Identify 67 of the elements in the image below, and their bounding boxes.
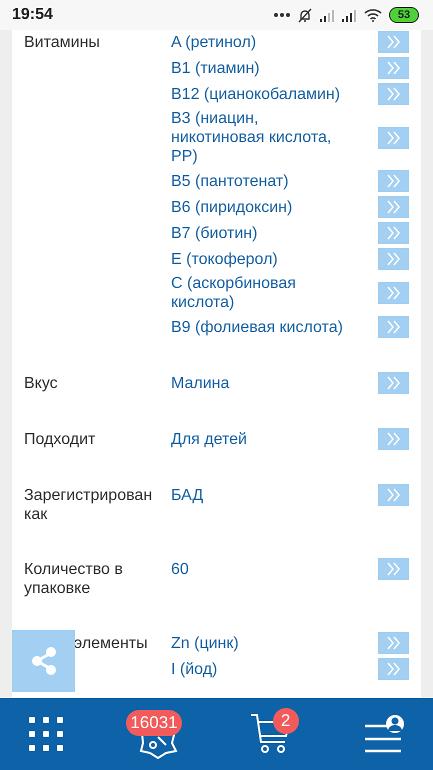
more-button[interactable] xyxy=(378,248,409,270)
more-button[interactable] xyxy=(378,428,409,450)
double-chevron-icon xyxy=(386,488,402,502)
spec-value-link[interactable]: B12 (цианокобаламин) xyxy=(171,84,340,104)
spec-value-link[interactable]: A (ретинол) xyxy=(171,32,256,52)
cart-button[interactable]: 2 xyxy=(240,706,301,762)
double-chevron-icon xyxy=(386,35,402,49)
more-button[interactable] xyxy=(378,372,409,394)
promo-count-badge: 16031 xyxy=(126,710,182,736)
more-button[interactable] xyxy=(378,316,409,338)
signal-icon xyxy=(320,8,335,22)
more-button[interactable] xyxy=(378,632,409,654)
spec-value-link[interactable]: БАД xyxy=(171,486,204,504)
more-button[interactable] xyxy=(378,196,409,218)
spec-value-link[interactable]: B5 (пантотенат) xyxy=(171,172,289,190)
spec-value-link[interactable]: B9 (фолиевая кислота) xyxy=(171,318,343,336)
spec-value-link[interactable]: B7 (биотин) xyxy=(171,224,258,242)
clock: 19:54 xyxy=(12,6,54,24)
spec-value-link[interactable]: B1 (тиамин) xyxy=(171,58,260,78)
spec-value-link[interactable]: B3 (ниацин, никотиновая кислота, PP) xyxy=(171,109,348,166)
double-chevron-icon xyxy=(386,226,402,240)
spec-value-link[interactable]: 60 xyxy=(171,560,189,578)
spec-value-link[interactable]: B6 (пиридоксин) xyxy=(171,198,292,216)
more-button[interactable] xyxy=(378,658,409,680)
cart-count-badge: 2 xyxy=(272,708,299,734)
double-chevron-icon xyxy=(386,662,402,676)
grid-icon xyxy=(29,717,63,751)
double-chevron-icon xyxy=(386,562,402,576)
double-chevron-icon xyxy=(386,87,402,101)
more-button[interactable] xyxy=(378,222,409,244)
double-chevron-icon xyxy=(386,432,402,446)
double-chevron-icon xyxy=(386,200,402,214)
double-chevron-icon xyxy=(386,286,402,300)
double-chevron-icon xyxy=(386,61,402,75)
double-chevron-icon xyxy=(386,376,402,390)
more-button[interactable] xyxy=(378,282,409,304)
double-chevron-icon xyxy=(386,130,402,144)
double-chevron-icon xyxy=(386,252,402,266)
spec-label: Количество в упаковке xyxy=(24,560,124,598)
spec-label: Вкус xyxy=(24,374,58,394)
more-icon xyxy=(274,13,290,17)
spec-label: Витамины xyxy=(24,33,100,53)
promotions-button[interactable]: 16031 xyxy=(128,706,188,762)
more-button[interactable] xyxy=(378,31,409,53)
share-button[interactable] xyxy=(12,630,75,692)
signal-icon xyxy=(342,8,357,22)
spec-label: Зарегистрирован как xyxy=(24,486,154,524)
muted-bell-icon xyxy=(297,8,313,22)
more-button[interactable] xyxy=(378,170,409,192)
wifi-icon xyxy=(364,8,382,22)
spec-value-link[interactable]: C (аскорбиновая кислота) xyxy=(171,274,348,312)
spec-value-link[interactable]: I (йод) xyxy=(171,660,218,678)
spec-label: Подходит xyxy=(24,430,96,450)
more-button[interactable] xyxy=(378,126,409,148)
double-chevron-icon xyxy=(386,636,402,650)
double-chevron-icon xyxy=(386,174,402,188)
more-button[interactable] xyxy=(378,558,409,580)
more-button[interactable] xyxy=(378,57,409,79)
spec-value-link[interactable]: Для детей xyxy=(171,430,247,448)
more-button[interactable] xyxy=(378,83,409,105)
more-button[interactable] xyxy=(378,484,409,506)
spec-value-link[interactable]: Zn (цинк) xyxy=(171,634,239,652)
spec-value-link[interactable]: E (токоферол) xyxy=(171,250,278,268)
spec-label: элементы xyxy=(74,634,148,654)
spec-value-link[interactable]: Малина xyxy=(171,374,230,392)
battery-icon: 53 xyxy=(389,7,419,23)
double-chevron-icon xyxy=(386,320,402,334)
